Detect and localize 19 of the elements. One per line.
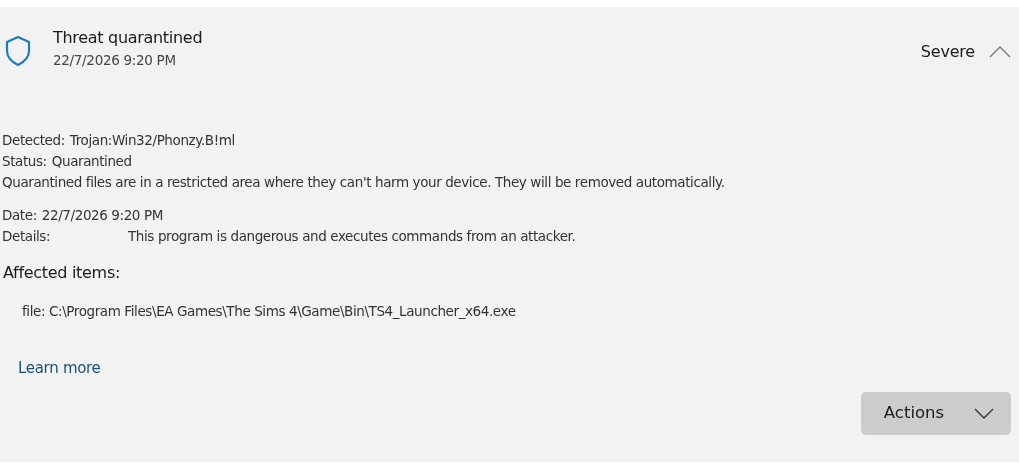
field-label: Date: bbox=[2, 207, 37, 224]
field-label: Details: bbox=[2, 227, 52, 247]
field-value: Trojan:Win32/Phonzy.B!ml bbox=[69, 132, 235, 149]
threat-title: Threat quarantined bbox=[53, 27, 203, 49]
affected-items-heading: Affected items: bbox=[3, 262, 122, 285]
collapse-chevron-icon[interactable] bbox=[989, 45, 1011, 59]
field-value: 22/7/2026 9:20 PM bbox=[41, 207, 163, 224]
learn-more-link[interactable]: Learn more bbox=[18, 359, 101, 378]
field-value: This program is dangerous and executes commands from an attacker. bbox=[128, 228, 576, 245]
field-value: Quarantined bbox=[51, 153, 132, 170]
quarantine-note: Quarantined files are in a restricted area where they can't harm your device. They will be removed automatically. bbox=[2, 173, 726, 193]
shield-icon bbox=[5, 35, 31, 67]
timestamp: 22/7/2026 9:20 PM bbox=[53, 51, 177, 70]
severity-label: Severe bbox=[920, 41, 975, 63]
affected-file-path: file: C:\Program Files\EA Games\The Sims 4\Game\Bin\TS4_Launcher_x64.exe bbox=[22, 302, 517, 322]
field-label: Detected: bbox=[2, 132, 65, 149]
chevron-down-icon bbox=[974, 408, 995, 420]
actions-button[interactable]: Actions bbox=[861, 392, 1011, 436]
field-label: Status: bbox=[2, 153, 47, 170]
